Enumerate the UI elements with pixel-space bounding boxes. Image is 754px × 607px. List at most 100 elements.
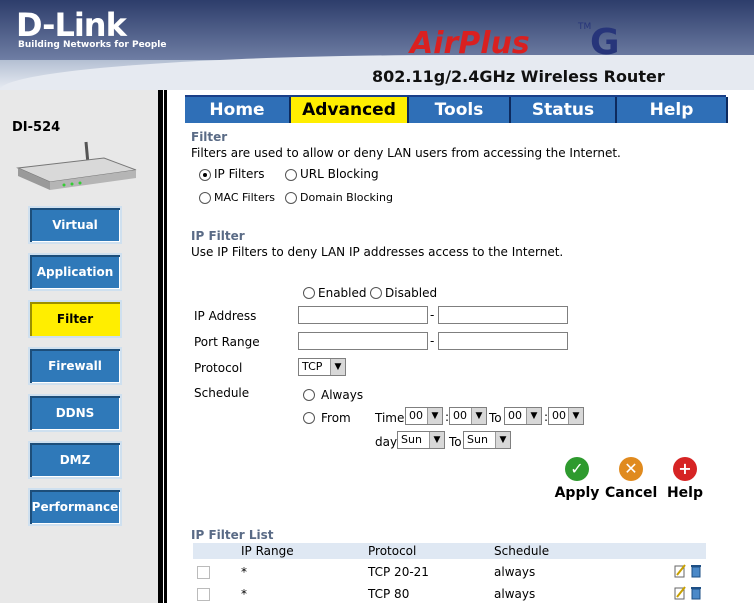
- row-schedule: always: [494, 587, 536, 601]
- url-blocking-radio[interactable]: [285, 169, 297, 181]
- airplus-logo: AirPlus: [410, 26, 530, 61]
- schedule-label: Schedule: [194, 386, 250, 400]
- model-label: DI-524: [12, 120, 61, 135]
- tab-tools[interactable]: Tools: [409, 97, 511, 123]
- chevron-down-icon: ▼: [427, 408, 442, 424]
- protocol-select[interactable]: TCP ▼: [298, 358, 346, 376]
- chevron-down-icon: ▼: [526, 408, 541, 424]
- disabled-radio[interactable]: [370, 287, 382, 299]
- router-subtitle: 802.11g/2.4GHz Wireless Router: [372, 67, 665, 86]
- table-row: * TCP 80 always: [193, 585, 706, 607]
- row-ip-range: *: [241, 587, 247, 601]
- filter-description: Filters are used to allow or deny LAN us…: [191, 146, 621, 160]
- airplus-g-logo: G: [590, 22, 620, 63]
- router-image: [16, 141, 137, 190]
- domain-blocking-radio[interactable]: [285, 192, 297, 204]
- row-protocol: TCP 80: [368, 587, 410, 601]
- cancel-label: Cancel: [605, 485, 658, 501]
- ip-filter-description: Use IP Filters to deny LAN IP addresses …: [191, 245, 564, 259]
- edit-icon[interactable]: [674, 564, 686, 578]
- protocol-value: TCP: [302, 360, 323, 373]
- protocol-label: Protocol: [194, 361, 243, 375]
- ip-filters-label: IP Filters: [214, 167, 265, 181]
- day-from-value: Sun: [401, 433, 422, 446]
- nav-dmz[interactable]: DMZ: [28, 441, 122, 479]
- list-header: IP Range Protocol Schedule: [193, 543, 706, 559]
- schedule-always-radio[interactable]: [303, 389, 315, 401]
- header-schedule: Schedule: [494, 544, 550, 558]
- header-protocol: Protocol: [368, 544, 417, 558]
- ip-address-label: IP Address: [194, 309, 257, 323]
- trash-icon[interactable]: [690, 586, 702, 600]
- time-to-hour-select[interactable]: 00 ▼: [504, 407, 542, 425]
- port-range-label: Port Range: [194, 335, 260, 349]
- day-to-value: Sun: [467, 433, 488, 446]
- time-from-hour-select[interactable]: 00 ▼: [405, 407, 443, 425]
- tab-home[interactable]: Home: [185, 97, 291, 123]
- time-to-hour-value: 00: [508, 409, 522, 422]
- time-to-minute-select[interactable]: 00 ▼: [548, 407, 584, 425]
- time-from-minute-value: 00: [453, 409, 467, 422]
- filter-title: Filter: [191, 130, 228, 144]
- tab-status[interactable]: Status: [511, 97, 617, 123]
- schedule-always-label: Always: [321, 388, 364, 402]
- ip-start-input[interactable]: [298, 306, 428, 324]
- edit-icon[interactable]: [674, 586, 686, 600]
- chevron-down-icon: ▼: [568, 408, 583, 424]
- time-to-label: To: [489, 411, 502, 425]
- close-icon: ✕: [619, 457, 643, 481]
- disabled-label: Disabled: [385, 286, 438, 300]
- time-from-hour-value: 00: [409, 409, 423, 422]
- row-checkbox[interactable]: [197, 588, 210, 601]
- day-from-select[interactable]: Sun ▼: [397, 431, 445, 449]
- nav-filter[interactable]: Filter: [28, 300, 122, 338]
- row-protocol: TCP 20-21: [368, 565, 429, 579]
- sidebar-divider-inner: [164, 90, 167, 603]
- url-blocking-label: URL Blocking: [300, 167, 379, 181]
- chevron-down-icon: ▼: [471, 408, 486, 424]
- ip-range-dash: -: [430, 308, 435, 322]
- apply-button[interactable]: ✓ Apply: [553, 457, 601, 501]
- mac-filters-label: MAC Filters: [214, 191, 275, 204]
- ip-end-input[interactable]: [438, 306, 568, 324]
- row-ip-range: *: [241, 565, 247, 579]
- row-checkbox[interactable]: [197, 566, 210, 579]
- schedule-from-label: From: [321, 411, 351, 425]
- ip-filters-radio[interactable]: [199, 169, 211, 181]
- domain-blocking-label: Domain Blocking: [300, 191, 393, 204]
- schedule-from-radio[interactable]: [303, 412, 315, 424]
- chevron-down-icon: ▼: [495, 432, 510, 448]
- help-button[interactable]: + Help: [664, 457, 706, 501]
- mac-filters-radio[interactable]: [199, 192, 211, 204]
- chevron-down-icon: ▼: [330, 359, 345, 375]
- header-banner: D-Link Building Networks for People AirP…: [0, 0, 754, 90]
- tab-help[interactable]: Help: [617, 97, 728, 123]
- header-ip-range: IP Range: [241, 544, 294, 558]
- dlink-logo: D-Link: [16, 6, 127, 44]
- time-from-minute-select[interactable]: 00 ▼: [449, 407, 487, 425]
- ip-filter-title: IP Filter: [191, 229, 245, 243]
- cancel-button[interactable]: ✕ Cancel: [605, 457, 657, 501]
- nav-performance[interactable]: Performance: [28, 488, 122, 526]
- port-end-input[interactable]: [438, 332, 568, 350]
- check-icon: ✓: [565, 457, 589, 481]
- nav-firewall[interactable]: Firewall: [28, 347, 122, 385]
- ip-filter-list-title: IP Filter List: [191, 528, 274, 542]
- plus-icon: +: [673, 457, 697, 481]
- enabled-radio[interactable]: [303, 287, 315, 299]
- nav-virtual-server[interactable]: Virtual Server: [28, 206, 122, 266]
- table-row: * TCP 20-21 always: [193, 563, 706, 585]
- port-range-dash: -: [430, 334, 435, 348]
- enabled-label: Enabled: [318, 286, 367, 300]
- port-start-input[interactable]: [298, 332, 428, 350]
- time-to-minute-value: 00: [552, 409, 566, 422]
- day-to-select[interactable]: Sun ▼: [463, 431, 511, 449]
- day-to-label: To: [449, 435, 462, 449]
- chevron-down-icon: ▼: [429, 432, 444, 448]
- nav-application[interactable]: Application: [28, 253, 122, 291]
- trash-icon[interactable]: [690, 564, 702, 578]
- tab-advanced[interactable]: Advanced: [291, 97, 409, 123]
- nav-ddns[interactable]: DDNS: [28, 394, 122, 432]
- time-label: Time: [375, 411, 405, 425]
- row-schedule: always: [494, 565, 536, 579]
